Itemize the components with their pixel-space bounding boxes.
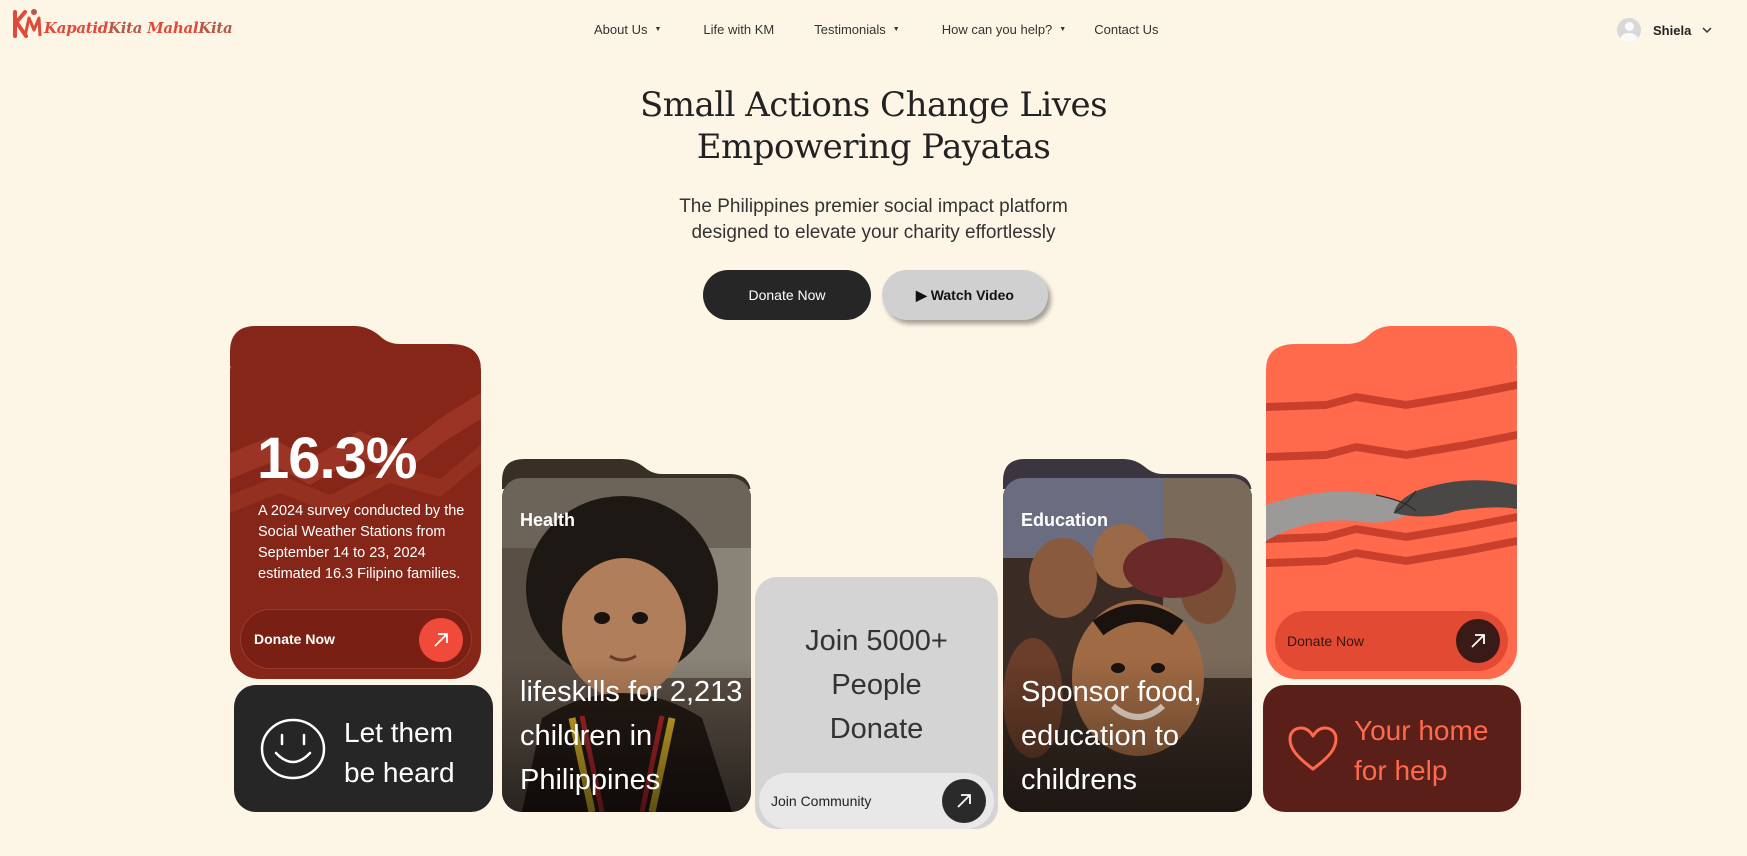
nav-about-us-label: About Us [594,22,648,37]
let-them-be-heard-card[interactable]: Let them be heard [234,685,493,812]
nav-life-with-km[interactable]: Life with KM [703,22,774,37]
join-community-text: Join 5000+ People Donate [755,619,998,751]
heart-icon [1288,726,1338,771]
join-community-card: Join 5000+ People Donate Join Community [755,577,998,829]
coral-donate-label: Donate Now [1287,633,1365,649]
dropdown-caret-icon: ▼ [654,26,662,33]
arrow-up-right-icon [419,618,463,662]
km-logo-icon [13,9,42,38]
smiley-face-icon [260,718,326,780]
brand-part1: Kapatid [44,19,108,37]
statistic-value: 16.3% [257,426,417,491]
health-caption: lifeskills for 2,213 children in Philipp… [520,676,743,796]
statistic-description: A 2024 survey conducted by the Social We… [258,503,465,582]
arrow-up-right-icon [942,779,986,823]
helping-hands-graphic [1266,381,1517,567]
health-card[interactable]: Health lifeskills for 2,213 children in … [502,478,751,812]
coral-donate-card: Donate Now [1266,345,1517,679]
avatar [1617,18,1641,42]
stat-donate-button[interactable]: Donate Now [240,609,472,669]
education-tag: Education [1021,510,1109,530]
donate-now-button[interactable]: Donate Now [703,270,871,320]
nav-about-us[interactable]: About Us ▼ [594,22,661,37]
statistic-card: 16.3% A 2024 survey conducted by the Soc… [230,345,481,679]
user-menu[interactable]: Shiela [1617,18,1713,42]
dropdown-caret-icon: ▼ [1059,26,1067,33]
hero-subtitle-line1: The Philippines premier social impact pl… [679,196,1068,217]
community-line1: Join 5000+ [805,625,948,657]
education-caption: Sponsor food, education to childrens [1021,676,1202,796]
home-line1: Your home [1354,715,1489,746]
home-line2: for help [1354,755,1448,786]
brand-name: KapatidKita MahalKita [44,19,233,37]
hero-title-line2: Empowering Payatas [696,127,1051,167]
dropdown-caret-icon: ▼ [892,26,900,33]
your-home-for-help-card[interactable]: Your home for help [1263,685,1521,812]
heard-line2: be heard [344,757,455,788]
hero-subtitle-line2: designed to elevate your charity effortl… [691,222,1056,243]
nav-contact-us-label: Contact Us [1094,22,1159,37]
nav-life-with-km-label: Life with KM [703,22,775,37]
heard-line1: Let them [344,717,453,748]
top-navigation: KapatidKita MahalKita About Us ▼ Life wit… [0,0,1747,60]
nav-contact-us[interactable]: Contact Us [1094,22,1158,37]
brand-part3: Mahal [147,19,199,37]
nav-how-can-you-help[interactable]: How can you help? ▼ [942,22,1067,37]
community-line3: Donate [829,713,924,745]
join-community-button[interactable]: Join Community [759,773,994,829]
stat-donate-label: Donate Now [254,631,335,647]
hero-title: Small Actions Change Lives Empowering Pa… [0,84,1747,168]
hero-title-line1: Small Actions Change Lives [639,85,1108,125]
coral-donate-button[interactable]: Donate Now [1275,611,1508,671]
brand-logo[interactable]: KapatidKita MahalKita [12,6,233,40]
your-home-for-help-text: Your home for help [1354,711,1488,791]
brand-part2: Kita [107,19,143,37]
education-card[interactable]: Education Sponsor food, education to chi… [1003,478,1252,812]
user-name: Shiela [1653,22,1692,38]
chevron-down-icon [1702,27,1712,34]
nav-how-can-you-help-label: How can you help? [941,22,1053,37]
join-community-label: Join Community [771,793,872,809]
nav-testimonials-label: Testimonials [814,22,886,37]
hero-subtitle: The Philippines premier social impact pl… [0,194,1747,246]
health-tag: Health [520,510,576,530]
nav-testimonials[interactable]: Testimonials ▼ [814,22,899,37]
brand-part4: Kita [198,19,233,37]
main-menu: About Us ▼ Life with KM Testimonials ▼ How… [594,22,1159,37]
community-line2: People [831,669,922,701]
watch-video-button[interactable]: ▶ Watch Video [882,270,1048,320]
arrow-up-right-icon [1456,619,1500,663]
let-them-be-heard-text: Let them be heard [344,713,455,793]
